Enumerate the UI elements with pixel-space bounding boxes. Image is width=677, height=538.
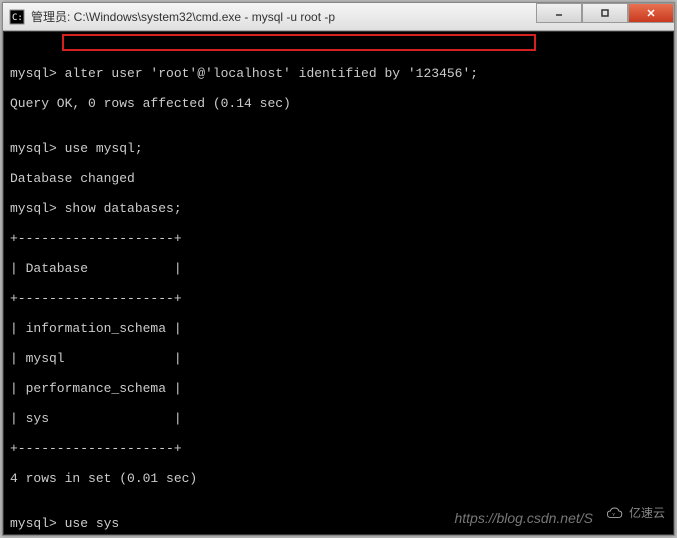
watermark-logo: Y 亿速云 bbox=[605, 500, 665, 528]
terminal-line: mysql> use mysql; bbox=[10, 141, 667, 156]
terminal-line: mysql> show databases; bbox=[10, 201, 667, 216]
terminal-line: Query OK, 0 rows affected (0.14 sec) bbox=[10, 96, 667, 111]
terminal-line: | Database | bbox=[10, 261, 667, 276]
cmd-icon: C: bbox=[9, 9, 25, 25]
terminal-area[interactable]: mysql> alter user 'root'@'localhost' ide… bbox=[3, 31, 674, 535]
terminal-line: +--------------------+ bbox=[10, 441, 667, 456]
cloud-icon: Y bbox=[605, 504, 629, 524]
terminal-line: | performance_schema | bbox=[10, 381, 667, 396]
highlight-annotation bbox=[62, 34, 536, 51]
terminal-line: +--------------------+ bbox=[10, 231, 667, 246]
terminal-line: +--------------------+ bbox=[10, 291, 667, 306]
watermark-url: https://blog.csdn.net/S bbox=[454, 511, 593, 526]
cmd-window: C: 管理员: C:\Windows\system32\cmd.exe - my… bbox=[2, 2, 675, 536]
terminal-line: | sys | bbox=[10, 411, 667, 426]
watermark-text: 亿速云 bbox=[629, 507, 665, 522]
close-button[interactable] bbox=[628, 3, 674, 23]
terminal-line: mysql> alter user 'root'@'localhost' ide… bbox=[10, 66, 667, 81]
terminal-line: | information_schema | bbox=[10, 321, 667, 336]
minimize-button[interactable] bbox=[536, 3, 582, 23]
svg-text:C:: C: bbox=[12, 13, 23, 23]
maximize-button[interactable] bbox=[582, 3, 628, 23]
terminal-line: | mysql | bbox=[10, 351, 667, 366]
titlebar[interactable]: C: 管理员: C:\Windows\system32\cmd.exe - my… bbox=[3, 3, 674, 31]
terminal-line: Database changed bbox=[10, 171, 667, 186]
terminal-line: 4 rows in set (0.01 sec) bbox=[10, 471, 667, 486]
svg-text:Y: Y bbox=[612, 512, 615, 518]
window-controls bbox=[536, 3, 674, 30]
window-title: 管理员: C:\Windows\system32\cmd.exe - mysql… bbox=[31, 8, 536, 25]
